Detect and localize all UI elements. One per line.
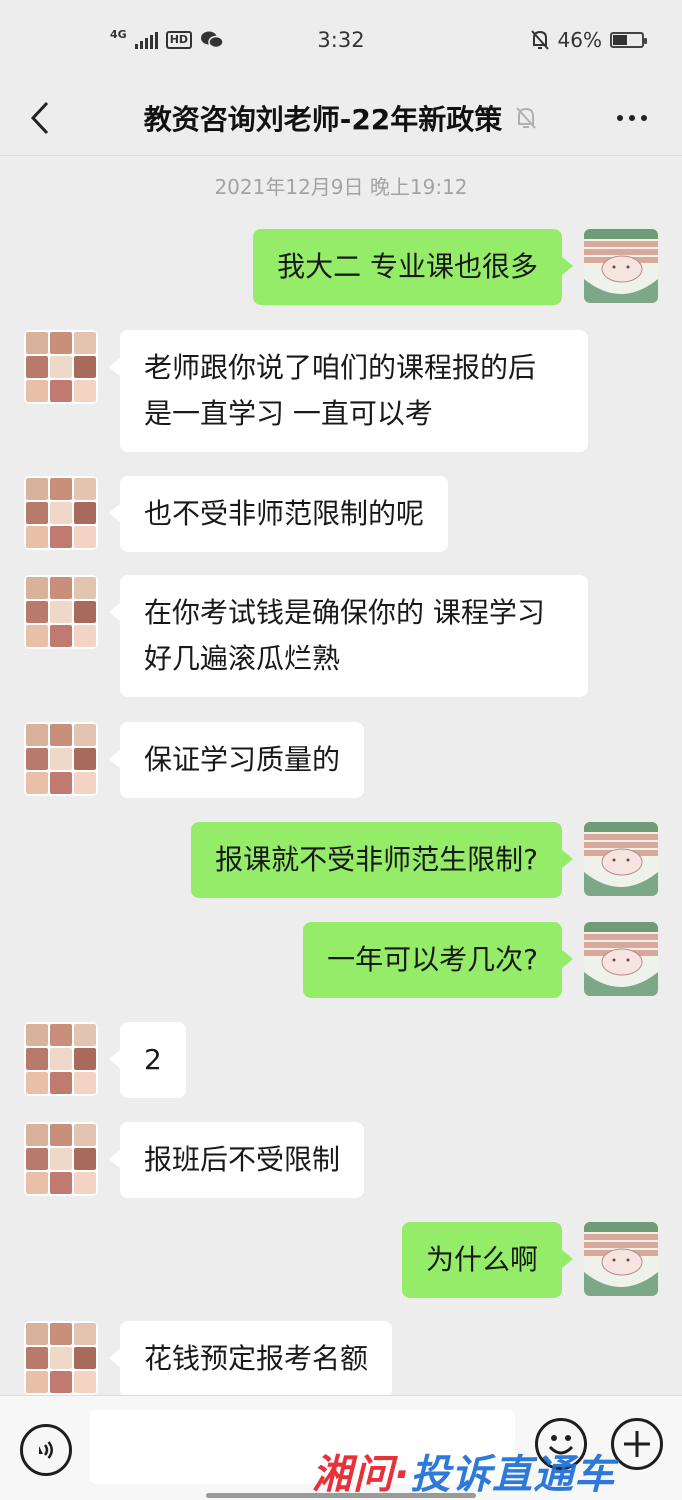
message-bubble[interactable]: 我大二 专业课也很多 [253, 229, 573, 305]
chat-title: 教资咨询刘老师-22年新政策 [143, 103, 503, 136]
wechat-icon [201, 31, 224, 49]
status-right: 46% [530, 28, 647, 52]
muted-bell-icon [516, 107, 537, 129]
chat-header: 教资咨询刘老师-22年新政策 [0, 80, 682, 156]
message-bubble[interactable]: 一年可以考几次? [303, 922, 573, 998]
sent-message: 我大二 专业课也很多 [0, 229, 682, 305]
received-message: 在你考试钱是确保你的 课程学习好几遍滚瓜烂熟 [0, 575, 682, 697]
my-avatar[interactable] [584, 822, 658, 896]
contact-avatar[interactable] [24, 575, 98, 649]
received-message: 保证学习质量的 [0, 722, 682, 798]
my-avatar[interactable] [584, 1222, 658, 1296]
message-bubble[interactable]: 报课就不受非师范生限制? [191, 822, 573, 898]
contact-avatar[interactable] [24, 1022, 98, 1096]
message-bubble[interactable]: 老师跟你说了咱们的课程报的后 是一直学习 一直可以考 [109, 330, 588, 452]
message-bubble[interactable]: 花钱预定报考名额 [108, 1321, 393, 1395]
received-message: 报班后不受限制 [0, 1122, 682, 1198]
contact-avatar[interactable] [24, 1122, 98, 1196]
contact-avatar[interactable] [24, 1321, 98, 1395]
message-bubble[interactable]: 在你考试钱是确保你的 课程学习好几遍滚瓜烂熟 [109, 575, 588, 697]
chevron-left-icon [30, 101, 49, 134]
sent-message: 一年可以考几次? [0, 922, 682, 998]
contact-avatar[interactable] [24, 722, 98, 796]
more-functions-button[interactable] [611, 1418, 663, 1470]
received-message: 也不受非师范限制的呢 [0, 476, 682, 552]
sent-message: 为什么啊 [0, 1222, 682, 1298]
mute-notification-icon [530, 30, 549, 50]
hd-badge: HD [165, 31, 193, 49]
plus-icon [624, 1431, 650, 1457]
dot-icon [641, 115, 647, 121]
my-avatar[interactable] [584, 229, 658, 303]
voice-input-button[interactable] [20, 1424, 72, 1476]
dot-icon [617, 115, 623, 121]
received-message: 2 [0, 1022, 682, 1098]
message-bubble[interactable]: 为什么啊 [401, 1222, 574, 1298]
status-left: 4G HD [110, 27, 224, 50]
message-bubble[interactable]: 保证学习质量的 [108, 722, 365, 798]
contact-avatar[interactable] [24, 330, 98, 404]
chat-timestamp: 2021年12月9日 晚上19:12 [214, 175, 468, 199]
network-type: 4G [110, 27, 127, 41]
received-message: 花钱预定报考名额 [0, 1321, 682, 1395]
status-bar: 4G HD 3:32 46% [0, 0, 682, 80]
contact-avatar[interactable] [24, 476, 98, 550]
more-options-button[interactable] [612, 102, 652, 134]
message-bubble[interactable]: 2 [109, 1022, 186, 1098]
signal-icon [134, 31, 158, 49]
voice-icon [39, 1441, 53, 1459]
watermark-logo: 湘问·投诉直通车 [312, 1452, 616, 1498]
dot-icon [629, 115, 635, 121]
my-avatar[interactable] [584, 922, 658, 996]
received-message: 老师跟你说了咱们的课程报的后 是一直学习 一直可以考 [0, 330, 682, 452]
chat-area[interactable]: 2021年12月9日 晚上19:12 我大二 专业课也很多老师跟你说了咱们的课程… [0, 157, 682, 1395]
battery-percent: 46% [557, 28, 602, 52]
sent-message: 报课就不受非师范生限制? [0, 822, 682, 898]
battery-icon [610, 32, 647, 48]
title-wrap: 教资咨询刘老师-22年新政策 [100, 80, 582, 156]
back-button[interactable] [0, 80, 80, 156]
message-bubble[interactable]: 报班后不受限制 [108, 1122, 365, 1198]
message-bubble[interactable]: 也不受非师范限制的呢 [108, 476, 449, 552]
